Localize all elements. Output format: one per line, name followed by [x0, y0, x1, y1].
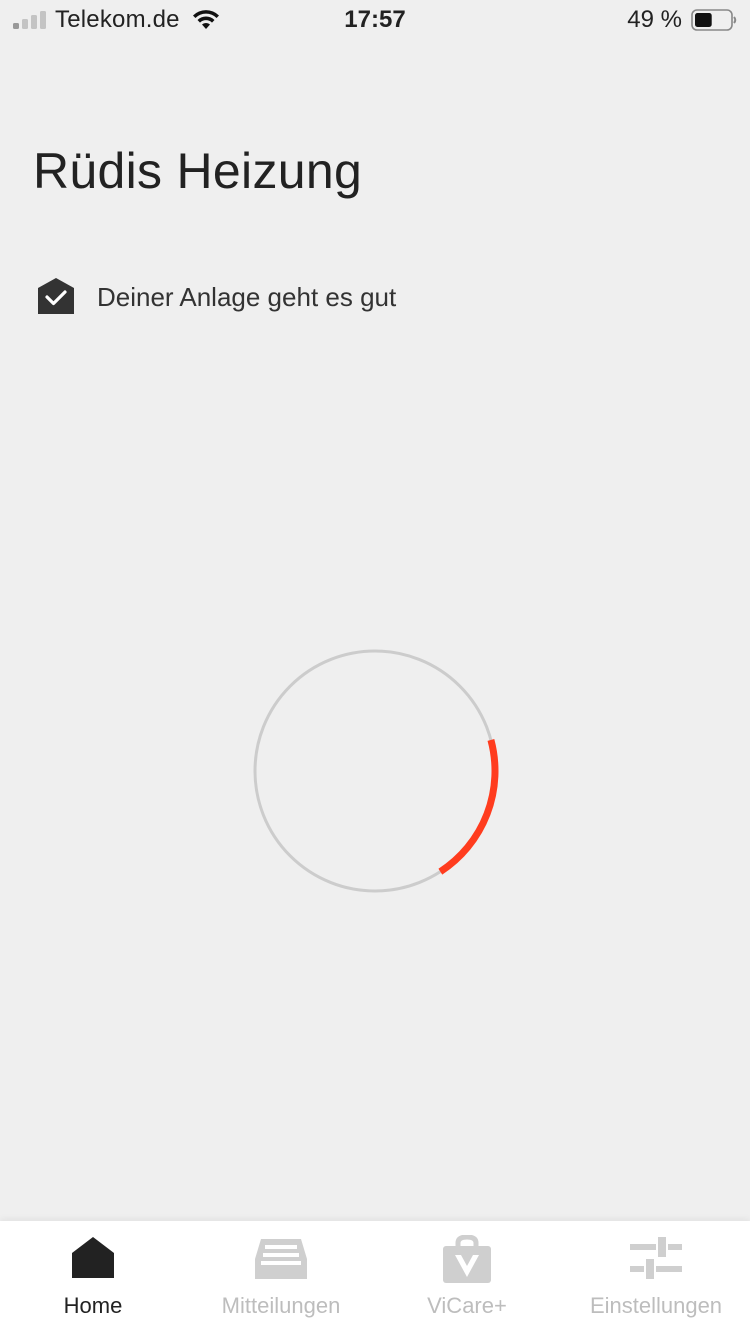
- house-check-icon: [38, 278, 74, 314]
- tab-label-home: Home: [63, 1293, 123, 1318]
- inbox-icon: [255, 1239, 307, 1279]
- battery-icon: [691, 9, 737, 31]
- loading-spinner: [253, 649, 499, 893]
- tab-label-mitteilungen: Mitteilungen: [221, 1293, 341, 1318]
- battery-percent: 49 %: [627, 6, 682, 33]
- tab-label-einstellungen: Einstellungen: [589, 1293, 723, 1318]
- page-title: Rüdis Heizung: [33, 143, 363, 199]
- system-status-row: Deiner Anlage geht es gut: [36, 277, 636, 317]
- bottom-tab-bar: Home Mitteilungen ViCare+ Einstellungen: [0, 1221, 750, 1334]
- sliders-icon: [630, 1237, 682, 1279]
- tab-vicare-plus[interactable]: ViCare+: [396, 1221, 538, 1334]
- app-screen: Telekom.de 17:57 49 % Rüdis Heizung Dein…: [0, 0, 750, 1334]
- status-bar: Telekom.de 17:57 49 %: [0, 0, 750, 40]
- loading-spinner-arc: [438, 739, 499, 875]
- tab-mitteilungen[interactable]: Mitteilungen: [186, 1221, 376, 1334]
- tab-label-vicare-plus: ViCare+: [427, 1293, 507, 1318]
- home-icon: [72, 1237, 114, 1278]
- tab-home[interactable]: Home: [18, 1221, 168, 1334]
- system-status-text: Deiner Anlage geht es gut: [97, 282, 397, 312]
- tab-einstellungen[interactable]: Einstellungen: [566, 1221, 746, 1334]
- vicare-bag-icon: [443, 1235, 491, 1283]
